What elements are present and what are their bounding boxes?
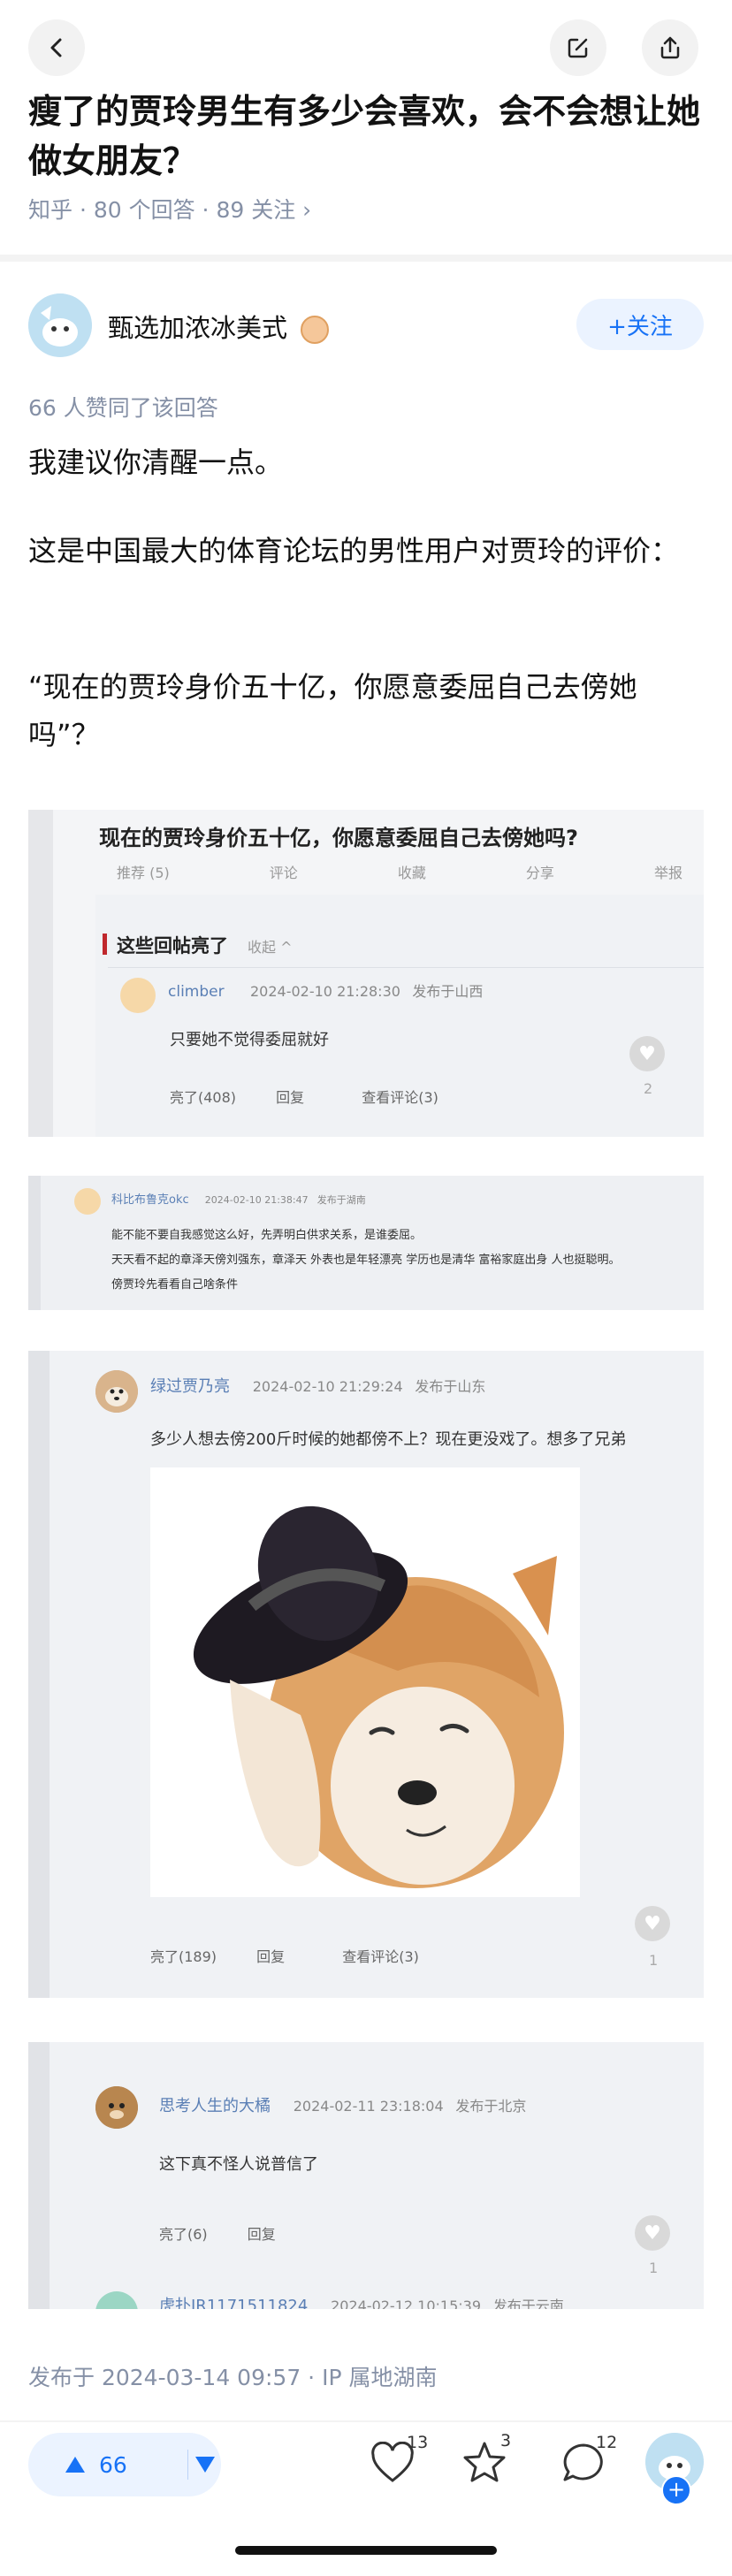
- edit-button[interactable]: [550, 19, 606, 76]
- shot2-time: 2024-02-10 21:38:47: [204, 1194, 309, 1206]
- upvote-icon: [65, 2457, 85, 2473]
- answer-paragraph-1: 我建议你清醒一点。: [28, 446, 284, 479]
- shot3-actions: 亮了(189) 回复 查看评论(3): [150, 1945, 419, 1966]
- toolbar-item: 推荐 (5): [117, 865, 170, 881]
- author-badge-icon: [301, 316, 330, 344]
- shot1-location: 发布于山西: [412, 983, 484, 1000]
- favorite-button[interactable]: 3: [461, 2431, 515, 2489]
- shot2-user-avatar: [74, 1188, 101, 1215]
- follow-plus-icon[interactable]: +: [661, 2475, 691, 2505]
- toolbar-item: 分享: [525, 865, 554, 881]
- shot2-line: 天天看不起的章泽天傍刘强东，章泽天 外表也是年轻漂亮 学历也是清华 富裕家庭出身…: [111, 1254, 621, 1267]
- shot1-title: 现在的贾玲身价五十亿，你愿意委屈自己去傍她吗?: [99, 826, 578, 850]
- shot4-user: 思考人生的大橘 2024-02-11 23:18:04 发布于北京: [159, 2093, 526, 2116]
- forum-screenshot-3[interactable]: 绿过贾乃亮 2024-02-10 21:29:24 发布于山东 多少人想去傍20…: [28, 1351, 704, 1998]
- shot1-time: 2024-02-10 21:28:30: [250, 983, 400, 1000]
- shot3-meme-image: [150, 1467, 580, 1897]
- section-divider: [0, 255, 732, 262]
- forum-screenshot-1[interactable]: 现在的贾玲身价五十亿，你愿意委屈自己去傍她吗? 推荐 (5) 评论 收藏 分享 …: [28, 810, 704, 1137]
- shot1-light-button: 亮了(408): [170, 1089, 237, 1106]
- forum-screenshot-2[interactable]: 科比布鲁克okc 2024-02-10 21:38:47 发布于湖南 能不能不要…: [28, 1176, 704, 1310]
- shot1-section-marker: [103, 934, 107, 955]
- shot4-time: 2024-02-11 23:18:04: [293, 2098, 444, 2115]
- shot4-actions: 亮了(6) 回复: [159, 2222, 276, 2244]
- shot1-reply-button: 回复: [276, 1089, 305, 1106]
- shot4-comment-text: 这下真不怪人说普信了: [159, 2155, 318, 2174]
- shot1-toolbar: 推荐 (5) 评论 收藏 分享 举报: [117, 861, 682, 882]
- shot2-line: 能不能不要自我感觉这么好，先弄明白供求关系，是谁委屈。: [111, 1229, 423, 1242]
- shot4-light-button: 亮了(6): [159, 2226, 208, 2243]
- shot4-heart-icon: ♥: [635, 2215, 670, 2251]
- shot2-user: 科比布鲁克okc 2024-02-10 21:38:47 发布于湖南: [111, 1190, 366, 1207]
- share-icon: [660, 36, 680, 59]
- shot1-comment-text: 只要她不觉得委屈就好: [170, 1031, 329, 1049]
- comment-count: 12: [596, 2433, 618, 2452]
- shot3-heart-icon: ♥: [635, 1906, 670, 1941]
- forum-screenshot-4[interactable]: 思考人生的大橘 2024-02-11 23:18:04 发布于北京 这下真不怪人…: [28, 2042, 704, 2309]
- shot2-username: 科比布鲁克okc: [111, 1193, 189, 1207]
- toolbar-item: 举报: [653, 865, 682, 881]
- upvote-button[interactable]: 66: [28, 2452, 187, 2478]
- shot1-heart-count: 2: [644, 1080, 653, 1097]
- shot2-location: 发布于湖南: [316, 1194, 366, 1206]
- toolbar-item: 收藏: [397, 865, 426, 881]
- footer-divider: [0, 2420, 732, 2422]
- shot3-user-avatar: [95, 1370, 138, 1413]
- share-button[interactable]: [642, 19, 698, 76]
- shot3-user: 绿过贾乃亮 2024-02-10 21:29:24 发布于山东: [150, 1374, 485, 1397]
- shot1-actions: 亮了(408) 回复 查看评论(3): [170, 1086, 438, 1107]
- shot4-heart-count: 1: [649, 2260, 659, 2276]
- shot4-next-time: 2024-02-12 10:15:39: [331, 2298, 482, 2309]
- shot1-collapse-link[interactable]: 收起 ^: [248, 935, 293, 956]
- shot1-view-comments: 查看评论(3): [362, 1089, 438, 1106]
- shot1-username: climber: [168, 983, 225, 1001]
- question-title[interactable]: 瘦了的贾玲男生有多少会喜欢，会不会想让她做女朋友？: [28, 87, 709, 186]
- like-button[interactable]: 13: [370, 2433, 428, 2491]
- shot3-reply-button: 回复: [256, 1948, 286, 1965]
- shot4-next-avatar: [95, 2291, 138, 2309]
- shot3-view-comments: 查看评论(3): [342, 1948, 419, 1965]
- shot3-location: 发布于山东: [415, 1378, 486, 1395]
- downvote-icon: [194, 2457, 215, 2473]
- likes-summary: 66 人赞同了该回答: [28, 395, 218, 421]
- shot2-line: 傍贾玲先看看自己啥条件: [111, 1278, 239, 1292]
- author-name-text: 甄选加浓冰美式: [108, 313, 288, 343]
- shot1-heart-icon: ♥: [629, 1036, 665, 1071]
- shot1-user: climber 2024-02-10 21:28:30 发布于山西: [168, 979, 483, 1001]
- author-avatar[interactable]: [28, 293, 92, 357]
- shot4-next-location: 发布于云南: [492, 2298, 564, 2309]
- shot3-time: 2024-02-10 21:29:24: [252, 1378, 403, 1395]
- favorite-count: 3: [500, 2431, 512, 2450]
- shot4-location: 发布于北京: [455, 2098, 527, 2115]
- shot3-heart-count: 1: [649, 1952, 659, 1969]
- shot1-section-title: 这些回帖亮了: [117, 935, 228, 956]
- answer-paragraph-2: 这是中国最大的体育论坛的男性用户对贾玲的评价：: [28, 534, 680, 568]
- answer-paragraph-3: “现在的贾玲身价五十亿，你愿意委屈自己去傍她吗”？: [28, 670, 637, 751]
- shot3-light-button: 亮了(189): [150, 1948, 217, 1965]
- toolbar-item: 评论: [269, 865, 298, 881]
- shot4-reply-button: 回复: [247, 2226, 276, 2243]
- comment-button[interactable]: 12: [560, 2433, 617, 2491]
- shot3-comment-text: 多少人想去傍200斤时候的她都傍不上？现在更没戏了。想多了兄弟: [150, 1430, 627, 1449]
- back-button[interactable]: [28, 19, 85, 76]
- publish-info: 发布于 2024-03-14 09:57 · IP 属地湖南: [28, 2365, 438, 2390]
- downvote-button[interactable]: [188, 2455, 221, 2474]
- author-name[interactable]: 甄选加浓冰美式: [108, 308, 330, 345]
- question-meta[interactable]: 知乎 · 80 个回答 · 89 关注 ›: [28, 193, 311, 225]
- home-indicator: [235, 2546, 497, 2555]
- shot3-username: 绿过贾乃亮: [150, 1377, 230, 1396]
- shot4-next-username: 虎扑JR1171511824: [159, 2297, 309, 2309]
- vote-pill: 66: [28, 2433, 221, 2496]
- vote-count: 66: [99, 2451, 127, 2478]
- shot4-user-avatar: [95, 2086, 138, 2129]
- like-count: 13: [407, 2433, 429, 2452]
- follow-button[interactable]: +关注: [576, 299, 704, 350]
- chevron-left-icon: [50, 38, 62, 57]
- edit-icon: [568, 38, 588, 58]
- shot4-next-user: 虎扑JR1171511824 2024-02-12 10:15:39 发布于云南: [159, 2293, 564, 2309]
- shot4-username: 思考人生的大橘: [159, 2097, 271, 2115]
- shot1-user-avatar: [120, 978, 156, 1013]
